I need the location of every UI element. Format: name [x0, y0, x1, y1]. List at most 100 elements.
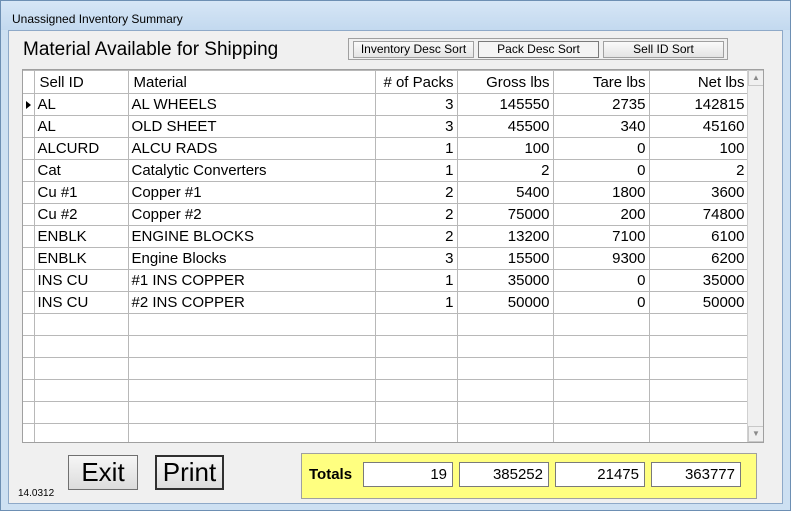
table-row[interactable]: Cat Catalytic Converters 1 2 0 2 — [23, 159, 749, 182]
empty-cell[interactable] — [33, 335, 129, 358]
pack-desc-sort-button[interactable]: Pack Desc Sort — [478, 41, 599, 58]
row-selector-cell[interactable] — [23, 291, 35, 314]
packs-cell[interactable]: 3 — [374, 93, 458, 116]
empty-cell[interactable] — [456, 423, 554, 442]
row-selector-cell[interactable] — [23, 159, 35, 182]
sell-id-cell[interactable]: INS CU — [33, 291, 129, 314]
table-row[interactable]: ENBLK ENGINE BLOCKS 2 13200 7100 6100 — [23, 225, 749, 248]
column-header-packs[interactable]: # of Packs — [374, 70, 458, 94]
sell-id-cell[interactable]: Cu #2 — [33, 203, 129, 226]
material-cell[interactable]: #1 INS COPPER — [127, 269, 376, 292]
row-selector-cell[interactable] — [23, 379, 35, 402]
row-selector-cell[interactable] — [23, 357, 35, 380]
empty-cell[interactable] — [552, 313, 650, 336]
column-header-tare-lbs[interactable]: Tare lbs — [552, 70, 650, 94]
empty-cell[interactable] — [127, 401, 376, 424]
material-cell[interactable]: ENGINE BLOCKS — [127, 225, 376, 248]
gross-lbs-cell[interactable]: 2 — [456, 159, 554, 182]
row-selector-cell[interactable] — [23, 247, 35, 270]
empty-cell[interactable] — [127, 335, 376, 358]
packs-cell[interactable]: 3 — [374, 115, 458, 138]
sell-id-cell[interactable]: AL — [33, 93, 129, 116]
print-button[interactable]: Print — [155, 455, 224, 490]
empty-table-row[interactable] — [23, 423, 749, 442]
empty-cell[interactable] — [127, 357, 376, 380]
column-header-net-lbs[interactable]: Net lbs — [648, 70, 749, 94]
net-lbs-cell[interactable]: 6200 — [648, 247, 749, 270]
row-selector-cell[interactable] — [23, 225, 35, 248]
row-selector-cell[interactable] — [23, 137, 35, 160]
empty-table-row[interactable] — [23, 313, 749, 336]
sell-id-cell[interactable]: INS CU — [33, 269, 129, 292]
empty-cell[interactable] — [552, 379, 650, 402]
material-cell[interactable]: OLD SHEET — [127, 115, 376, 138]
packs-cell[interactable]: 1 — [374, 269, 458, 292]
material-cell[interactable]: AL WHEELS — [127, 93, 376, 116]
table-row[interactable]: ALCURD ALCU RADS 1 100 0 100 — [23, 137, 749, 160]
scroll-up-arrow-icon[interactable]: ▲ — [748, 70, 763, 86]
row-selector-cell[interactable] — [23, 115, 35, 138]
tare-lbs-cell[interactable]: 0 — [552, 159, 650, 182]
material-cell[interactable]: Copper #1 — [127, 181, 376, 204]
empty-cell[interactable] — [456, 313, 554, 336]
net-lbs-cell[interactable]: 142815 — [648, 93, 749, 116]
sell-id-cell[interactable]: ALCURD — [33, 137, 129, 160]
table-row[interactable]: INS CU #2 INS COPPER 1 50000 0 50000 — [23, 291, 749, 314]
empty-cell[interactable] — [552, 357, 650, 380]
material-cell[interactable]: Copper #2 — [127, 203, 376, 226]
empty-cell[interactable] — [33, 313, 129, 336]
vertical-scrollbar[interactable]: ▲ ▼ — [747, 70, 763, 442]
column-header-material[interactable]: Material — [127, 70, 376, 94]
empty-cell[interactable] — [648, 335, 749, 358]
sell-id-sort-button[interactable]: Sell ID Sort — [603, 41, 724, 58]
table-row[interactable]: Cu #2 Copper #2 2 75000 200 74800 — [23, 203, 749, 226]
table-row[interactable]: Cu #1 Copper #1 2 5400 1800 3600 — [23, 181, 749, 204]
empty-cell[interactable] — [33, 379, 129, 402]
material-cell[interactable]: Catalytic Converters — [127, 159, 376, 182]
gross-lbs-cell[interactable]: 45500 — [456, 115, 554, 138]
row-selector-cell[interactable] — [23, 401, 35, 424]
net-lbs-cell[interactable]: 3600 — [648, 181, 749, 204]
empty-cell[interactable] — [374, 335, 458, 358]
packs-cell[interactable]: 2 — [374, 181, 458, 204]
material-cell[interactable]: Engine Blocks — [127, 247, 376, 270]
gross-lbs-cell[interactable]: 145550 — [456, 93, 554, 116]
inventory-desc-sort-button[interactable]: Inventory Desc Sort — [353, 41, 474, 58]
sell-id-cell[interactable]: Cat — [33, 159, 129, 182]
tare-lbs-cell[interactable]: 0 — [552, 269, 650, 292]
sell-id-cell[interactable]: ENBLK — [33, 247, 129, 270]
empty-cell[interactable] — [374, 313, 458, 336]
empty-cell[interactable] — [374, 357, 458, 380]
net-lbs-cell[interactable]: 100 — [648, 137, 749, 160]
gross-lbs-cell[interactable]: 75000 — [456, 203, 554, 226]
packs-cell[interactable]: 1 — [374, 137, 458, 160]
table-row[interactable]: AL AL WHEELS 3 145550 2735 142815 — [23, 93, 749, 116]
empty-cell[interactable] — [33, 357, 129, 380]
empty-table-row[interactable] — [23, 335, 749, 358]
gross-lbs-cell[interactable]: 50000 — [456, 291, 554, 314]
empty-cell[interactable] — [648, 379, 749, 402]
net-lbs-cell[interactable]: 6100 — [648, 225, 749, 248]
tare-lbs-cell[interactable]: 1800 — [552, 181, 650, 204]
packs-cell[interactable]: 1 — [374, 291, 458, 314]
empty-cell[interactable] — [33, 423, 129, 442]
tare-lbs-cell[interactable]: 340 — [552, 115, 650, 138]
net-lbs-cell[interactable]: 2 — [648, 159, 749, 182]
net-lbs-cell[interactable]: 45160 — [648, 115, 749, 138]
tare-lbs-cell[interactable]: 0 — [552, 291, 650, 314]
window-titlebar[interactable]: Unassigned Inventory Summary — [1, 1, 790, 30]
sell-id-cell[interactable]: Cu #1 — [33, 181, 129, 204]
row-selector-cell[interactable] — [23, 423, 35, 442]
inventory-grid[interactable]: Sell ID Material # of Packs Gross lbs Ta… — [22, 69, 764, 443]
packs-cell[interactable]: 3 — [374, 247, 458, 270]
sell-id-cell[interactable]: ENBLK — [33, 225, 129, 248]
empty-cell[interactable] — [127, 379, 376, 402]
gross-lbs-cell[interactable]: 35000 — [456, 269, 554, 292]
net-lbs-cell[interactable]: 50000 — [648, 291, 749, 314]
tare-lbs-cell[interactable]: 9300 — [552, 247, 650, 270]
scroll-down-arrow-icon[interactable]: ▼ — [748, 426, 763, 442]
row-selector-cell[interactable] — [23, 181, 35, 204]
row-selector-cell[interactable] — [23, 269, 35, 292]
gross-lbs-cell[interactable]: 13200 — [456, 225, 554, 248]
tare-lbs-cell[interactable]: 0 — [552, 137, 650, 160]
